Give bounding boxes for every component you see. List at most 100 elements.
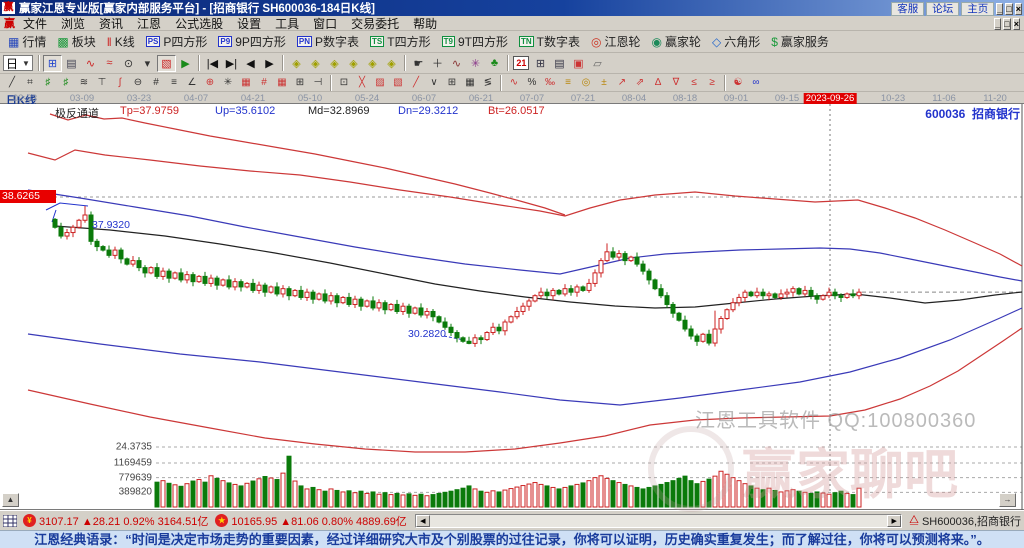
web-icon[interactable]: ✳ <box>466 55 485 72</box>
diamond-right-button[interactable]: ◈ <box>306 55 325 72</box>
wave1-icon[interactable]: ∿ <box>81 55 100 72</box>
expand-pane-button[interactable]: ▲ <box>2 493 19 507</box>
dropdown-icon[interactable]: ▾ <box>138 55 157 72</box>
infinity-icon[interactable]: ∞ <box>747 75 765 90</box>
percent-tool[interactable]: % <box>523 75 541 90</box>
gann-grid-tool[interactable]: ♯ <box>39 75 57 90</box>
mdi-minimize-button[interactable]: _ <box>994 18 1002 30</box>
grid-icon[interactable] <box>3 514 17 527</box>
t-table-button[interactable]: TN T数字表 <box>514 33 585 51</box>
pencil-tool[interactable]: ╱ <box>407 75 425 90</box>
menu-item-帮助[interactable]: 帮助 <box>413 15 437 32</box>
truck-icon[interactable]: ▱ <box>588 55 607 72</box>
wave2-icon[interactable]: ≈ <box>100 55 119 72</box>
t-square-button[interactable]: TS T四方形 <box>365 33 436 51</box>
shade-tool[interactable]: ▨ <box>371 75 389 90</box>
sh-index-quote[interactable]: 3107.17 ▲28.21 0.92% 3164.51亿 <box>39 513 208 529</box>
quick-link-客服[interactable]: 客服 <box>891 1 925 16</box>
menu-item-窗口[interactable]: 窗口 <box>313 15 337 32</box>
menu-item-交易委托[interactable]: 交易委托 <box>351 15 399 32</box>
period-combo[interactable]: 日 ▼ <box>3 55 33 71</box>
scrollbar-right-arrow[interactable]: ▶ <box>887 514 902 527</box>
channel-tool[interactable]: ≋ <box>75 75 93 90</box>
shade2-tool[interactable]: ▧ <box>389 75 407 90</box>
diamond-expand-button[interactable]: ◈ <box>325 55 344 72</box>
angle-ge-tool[interactable]: ≥ <box>703 75 721 90</box>
sh-index-icon[interactable]: ¥ <box>23 514 36 527</box>
window-minimize-button[interactable]: _ <box>996 3 1004 15</box>
circle-cross-tool[interactable]: ⊕ <box>201 75 219 90</box>
angle-tool[interactable]: ∠ <box>183 75 201 90</box>
triangle-down-tool[interactable]: ∇ <box>667 75 685 90</box>
calculator-icon[interactable]: ⊞ <box>531 55 550 72</box>
red-hash-tool[interactable]: # <box>255 75 273 90</box>
report-icon[interactable]: ▤ <box>550 55 569 72</box>
quick-link-主页[interactable]: 主页 <box>961 1 995 16</box>
gold-circle-tool[interactable]: ◎ <box>577 75 595 90</box>
tee-tool[interactable]: ⊣ <box>309 75 327 90</box>
menu-item-文件[interactable]: 文件 <box>23 15 47 32</box>
gann-wheel-button[interactable]: ◎ 江恩轮 <box>586 33 646 51</box>
menu-item-设置[interactable]: 设置 <box>237 15 261 32</box>
marker-icon[interactable]: ⊙ <box>119 55 138 72</box>
sz-index-quote[interactable]: 10165.95 ▲81.06 0.80% 4889.69亿 <box>231 513 406 529</box>
note-icon[interactable]: ▤ <box>62 55 81 72</box>
fan-tool[interactable]: ╳ <box>353 75 371 90</box>
angle-le-tool[interactable]: ≤ <box>685 75 703 90</box>
first-bar-button[interactable]: |◀ <box>203 55 222 72</box>
circle-tool[interactable]: ⊖ <box>129 75 147 90</box>
gold-ratio-tool[interactable]: ± <box>595 75 613 90</box>
quick-link-论坛[interactable]: 论坛 <box>926 1 960 16</box>
9p-square-button[interactable]: P9 9P四方形 <box>213 33 290 51</box>
diamond-up-button[interactable]: ◈ <box>363 55 382 72</box>
kline-button[interactable]: ‖ K线 <box>102 33 140 51</box>
triangle-tool[interactable]: ∆ <box>649 75 667 90</box>
menu-item-江恩[interactable]: 江恩 <box>137 15 161 32</box>
grid-tool[interactable]: ⌗ <box>21 75 39 90</box>
red-grid-tool[interactable]: ▦ <box>237 75 255 90</box>
menu-item-资讯[interactable]: 资讯 <box>99 15 123 32</box>
window-close-button[interactable]: × <box>1014 3 1022 15</box>
zigzag-icon[interactable]: ∿ <box>447 55 466 72</box>
grid4-tool[interactable]: ▦ <box>461 75 479 90</box>
diamond-shrink-button[interactable]: ◈ <box>344 55 363 72</box>
scroll-right-button[interactable]: → <box>999 493 1016 507</box>
next-bar-button[interactable]: ▶ <box>260 55 279 72</box>
sz-index-icon[interactable]: ★ <box>215 514 229 527</box>
diamond-left-button[interactable]: ◈ <box>287 55 306 72</box>
menu-item-工具[interactable]: 工具 <box>275 15 299 32</box>
play-icon[interactable]: ▶ <box>176 55 195 72</box>
check-tool[interactable]: ∨ <box>425 75 443 90</box>
horizontal-scrollbar[interactable]: ◀ ▶ <box>414 513 903 528</box>
layout-icon[interactable]: ⊞ <box>42 54 62 72</box>
box-tool[interactable]: ⊡ <box>335 75 353 90</box>
9t-square-button[interactable]: T9 9T四方形 <box>437 33 513 51</box>
star-tool[interactable]: ✳ <box>219 75 237 90</box>
red-grid2-tool[interactable]: ▦ <box>273 75 291 90</box>
trendline-tool[interactable]: ╱ <box>3 75 21 90</box>
p-table-button[interactable]: PN P数字表 <box>292 33 364 51</box>
lines-tool[interactable]: ≡ <box>165 75 183 90</box>
winner-wheel-button[interactable]: ◉ 赢家轮 <box>646 33 706 51</box>
quote-button[interactable]: ▦ 行情 <box>3 33 51 51</box>
winner-service-button[interactable]: $ 赢家服务 <box>766 33 834 51</box>
wave-lines-tool[interactable]: ≶ <box>479 75 497 90</box>
calendar-icon[interactable]: 21 <box>512 55 531 72</box>
p-square-button[interactable]: PS P四方形 <box>141 33 213 51</box>
gann-grid2-tool[interactable]: ♯ <box>57 75 75 90</box>
crosshair-icon[interactable]: ＋ <box>428 55 447 72</box>
arrow-up2-tool[interactable]: ⇗ <box>631 75 649 90</box>
prev-bar-button[interactable]: ◀ <box>241 55 260 72</box>
spider-icon[interactable]: ♣ <box>485 55 504 72</box>
sector-button[interactable]: ▩ 板块 <box>52 33 100 51</box>
arrow-up-tool[interactable]: ↗ <box>613 75 631 90</box>
gold-lines-tool[interactable]: ≡ <box>559 75 577 90</box>
box-grid-tool[interactable]: ⊞ <box>291 75 309 90</box>
window-restore-button[interactable]: □ <box>1005 3 1013 15</box>
percent-wave-tool[interactable]: ∿ <box>505 75 523 90</box>
mdi-restore-button[interactable]: □ <box>1003 18 1011 30</box>
menu-item-浏览[interactable]: 浏览 <box>61 15 85 32</box>
mdi-close-button[interactable]: × <box>1012 18 1020 30</box>
menu-item-公式选股[interactable]: 公式选股 <box>175 15 223 32</box>
hand-tool-icon[interactable]: ☛ <box>409 55 428 72</box>
